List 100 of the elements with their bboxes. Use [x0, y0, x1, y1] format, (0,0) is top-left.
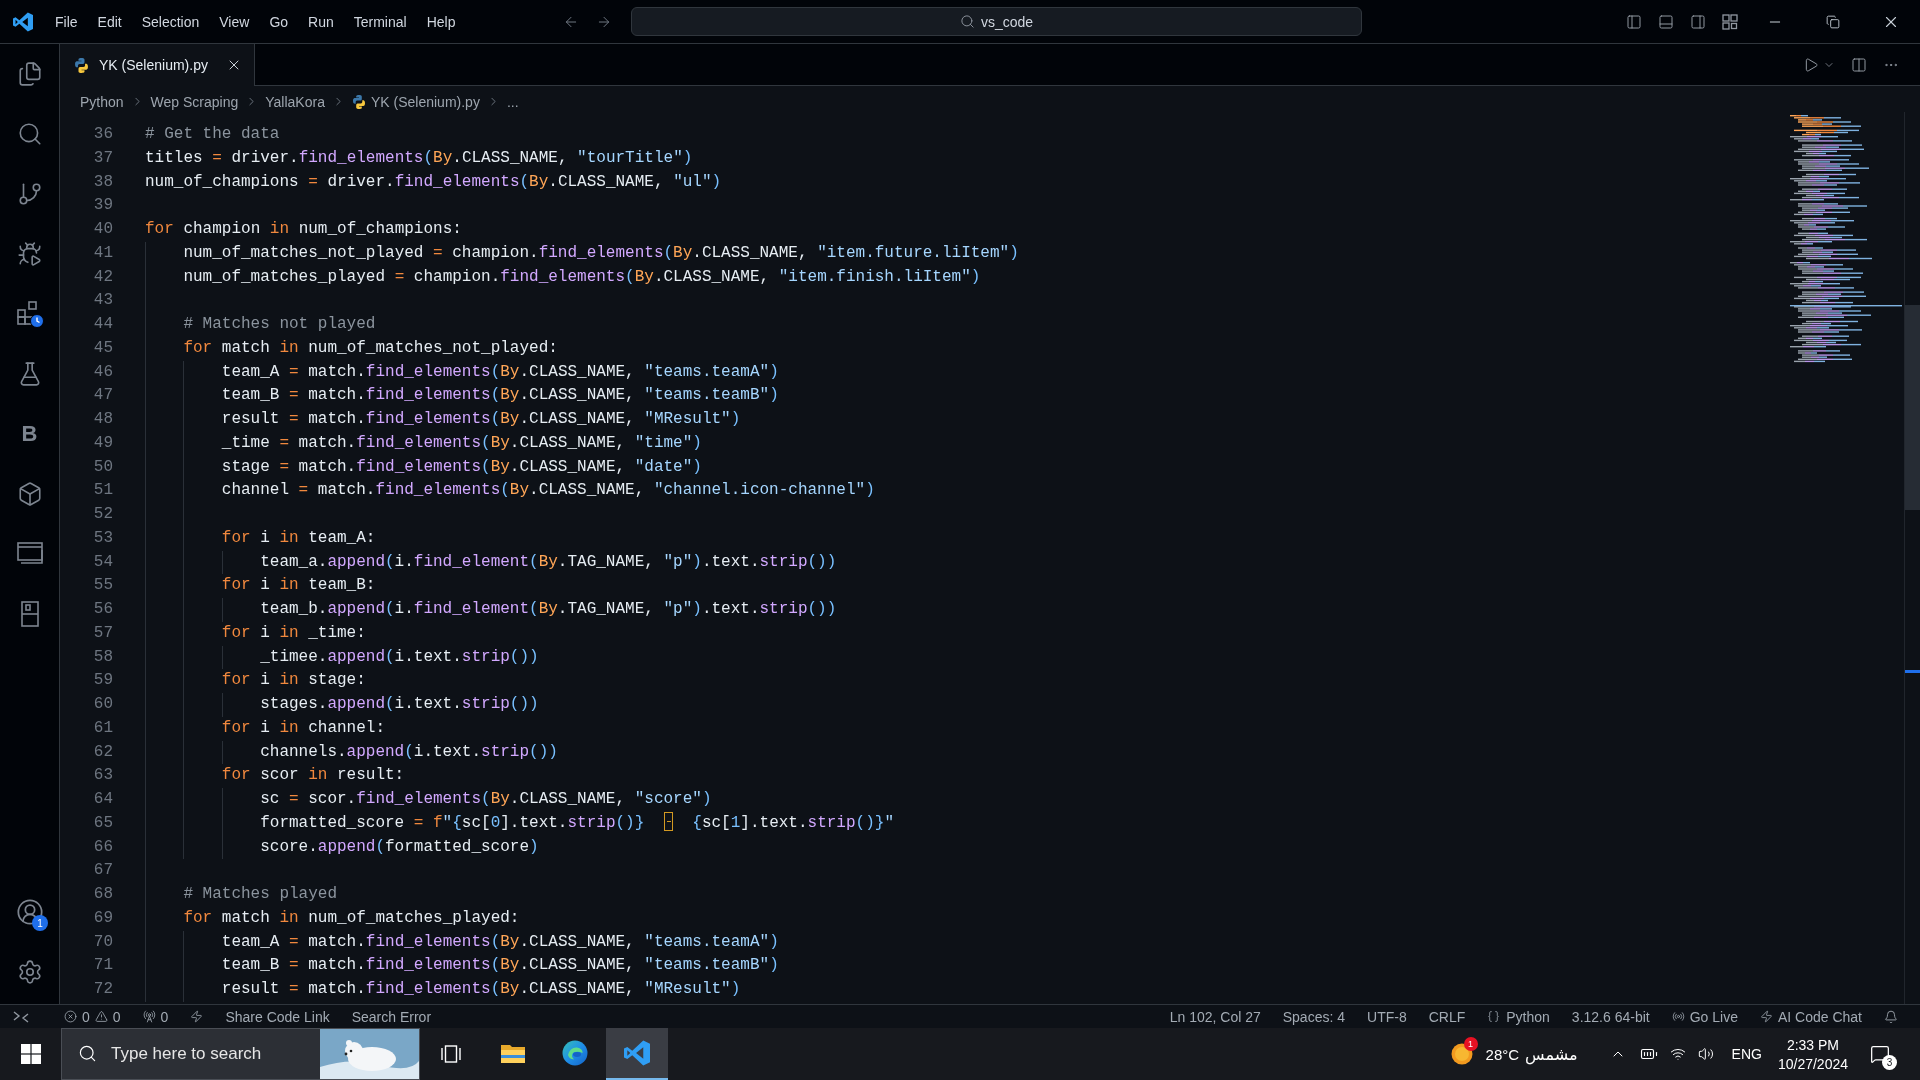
task-view-icon[interactable] [441, 1045, 461, 1063]
status-item[interactable]: 3.12.6 64-bit [1571, 1008, 1650, 1025]
line-number: 68 [93, 885, 113, 903]
line-number: 70 [93, 932, 113, 951]
line-number: 57 [93, 623, 113, 642]
status-item[interactable]: Ln 102, Col 27 [1169, 1008, 1261, 1025]
scrollbar-thumb[interactable] [1905, 305, 1920, 510]
search-icon [78, 1044, 97, 1063]
line-number: 40 [93, 220, 113, 238]
warning-icon [94, 1010, 108, 1023]
clock-time[interactable]: 2:33 PM [1786, 1036, 1840, 1053]
search-field[interactable]: vs_code [631, 7, 1362, 36]
panel-left-icon[interactable] [1626, 13, 1642, 30]
search-icon [959, 14, 975, 29]
chat-status-item[interactable]: AI Code Chat [1759, 1008, 1862, 1025]
line-number: 56 [93, 600, 113, 618]
code-line: team_B = match.find_elements(By.CLASS_NAME, "teams.teamB") [221, 385, 779, 407]
panel-bottom-icon[interactable] [1658, 13, 1674, 30]
code-line: result = match.find_elements(By.CLASS_NAME, "MResult") [221, 409, 741, 430]
language-status-item[interactable]: Python [1487, 1008, 1550, 1025]
editor-tab[interactable]: YK (Selenium).py [60, 44, 255, 86]
code-line: # Matches played [183, 884, 337, 905]
code-line: team_a.append(i.find_element(By.TAG_NAME, "p").text.strip()) [260, 551, 837, 573]
menu-item[interactable]: Go [269, 13, 289, 30]
play-bug-icon[interactable] [16, 241, 43, 267]
menu-item[interactable]: Help [426, 13, 456, 30]
clock-date[interactable]: 10/27/2024 [1777, 1055, 1848, 1072]
start-icon[interactable] [20, 1044, 41, 1064]
menu-item[interactable]: Terminal [353, 13, 407, 30]
menu-item[interactable]: Run [308, 13, 334, 30]
code-line: num_of_matches_played = champion.find_elements(By.CLASS_NAME, "item.finish.liItem") [183, 266, 981, 288]
activity-bar-item[interactable]: B [21, 423, 38, 445]
menu-item[interactable]: View [219, 13, 250, 30]
line-number: 69 [93, 908, 113, 927]
menu-item[interactable]: File [55, 13, 78, 30]
panel-right-icon[interactable] [1690, 13, 1706, 30]
line-number: 41 [93, 243, 113, 262]
cube-icon[interactable] [16, 481, 43, 507]
minimap-drawing[interactable] [1790, 115, 1902, 365]
layout-grid-icon[interactable] [1722, 13, 1738, 30]
app-logo-icon [12, 11, 33, 32]
code-line: for i in _time: [221, 622, 366, 644]
braces-icon [1487, 1010, 1501, 1023]
taskbar-app-button[interactable] [606, 1028, 668, 1080]
files-icon[interactable] [16, 61, 43, 87]
line-number: 64 [93, 790, 113, 808]
play-icon[interactable] [1803, 56, 1819, 73]
line-number: 60 [93, 695, 113, 713]
ports-status-item[interactable]: 0 [142, 1008, 169, 1025]
sun-icon [1450, 1043, 1473, 1065]
blocks-with-clock-icon[interactable] [15, 300, 44, 328]
menu-item[interactable]: Edit [97, 13, 122, 30]
code-line: formatted_score = f"{sc[0].text.strip()} {sc[1].text.strip()}" [260, 811, 894, 834]
lightning-icon[interactable] [190, 1010, 204, 1023]
breadcrumb-item[interactable]: YK (Selenium).py [351, 93, 480, 110]
status-item[interactable]: CRLF [1428, 1008, 1466, 1025]
settings-icon[interactable] [16, 959, 43, 985]
app-logo-icon [624, 1040, 650, 1066]
folder-icon [500, 1042, 526, 1064]
notification-icon[interactable] [1870, 1044, 1890, 1064]
speaker-icon[interactable] [1697, 1046, 1714, 1062]
breadcrumb-item[interactable]: Python [80, 93, 124, 110]
windows-stack-icon[interactable] [16, 542, 43, 566]
menu-item[interactable]: Selection [141, 13, 200, 30]
code-line: stages.append(i.text.strip()) [260, 694, 539, 715]
branch-icon[interactable] [16, 181, 43, 207]
breadcrumb-item[interactable]: YallaKora [265, 93, 325, 110]
status-item[interactable]: Spaces: 4 [1282, 1008, 1345, 1025]
code-line: result = match.find_elements(By.CLASS_NAME, "MResult") [221, 979, 741, 1000]
status-item[interactable]: Search Error [351, 1008, 432, 1025]
line-number: 37 [93, 148, 113, 167]
notification-badge: 1 [1463, 1037, 1478, 1051]
bell-icon[interactable] [1884, 1009, 1898, 1024]
line-number: 39 [93, 196, 113, 215]
tall-rectangle-icon[interactable] [20, 601, 39, 627]
status-item[interactable]: UTF-8 [1367, 1008, 1407, 1025]
line-number: 42 [93, 267, 113, 286]
live-status-item[interactable]: Go Live [1671, 1008, 1738, 1025]
status-item[interactable]: Share Code Link [225, 1008, 330, 1025]
code-line: channels.append(i.text.strip()) [260, 741, 558, 763]
python-icon [351, 94, 366, 109]
split-editor-icon[interactable] [1851, 56, 1867, 73]
chevrons-icon[interactable] [13, 1009, 29, 1024]
radio-icon [1671, 1010, 1685, 1023]
line-number: 43 [93, 291, 113, 310]
breadcrumb-item[interactable]: Wep Scraping [150, 93, 239, 110]
error-icon [64, 1010, 77, 1023]
account-icon[interactable] [15, 898, 44, 926]
restore-icon[interactable] [1826, 14, 1840, 29]
breadcrumb-item[interactable]: ... [506, 93, 519, 110]
line-number: 51 [93, 481, 113, 500]
code-line: team_A = match.find_elements(By.CLASS_NAME, "teams.teamA") [221, 931, 779, 953]
wifi-icon[interactable] [1669, 1046, 1686, 1062]
code-line: sc = scor.find_elements(By.CLASS_NAME, "score") [260, 789, 712, 810]
app-logo-icon [562, 1040, 588, 1066]
code-line: stage = match.find_elements(By.CLASS_NAME, "date") [221, 456, 702, 478]
problems-status-item[interactable]: 0 0 [64, 1008, 121, 1025]
line-number: 72 [93, 980, 113, 998]
code-line: titles = driver.find_elements(By.CLASS_NAME, "tourTitle") [145, 147, 693, 169]
input-language[interactable]: ENG [1731, 1046, 1762, 1062]
